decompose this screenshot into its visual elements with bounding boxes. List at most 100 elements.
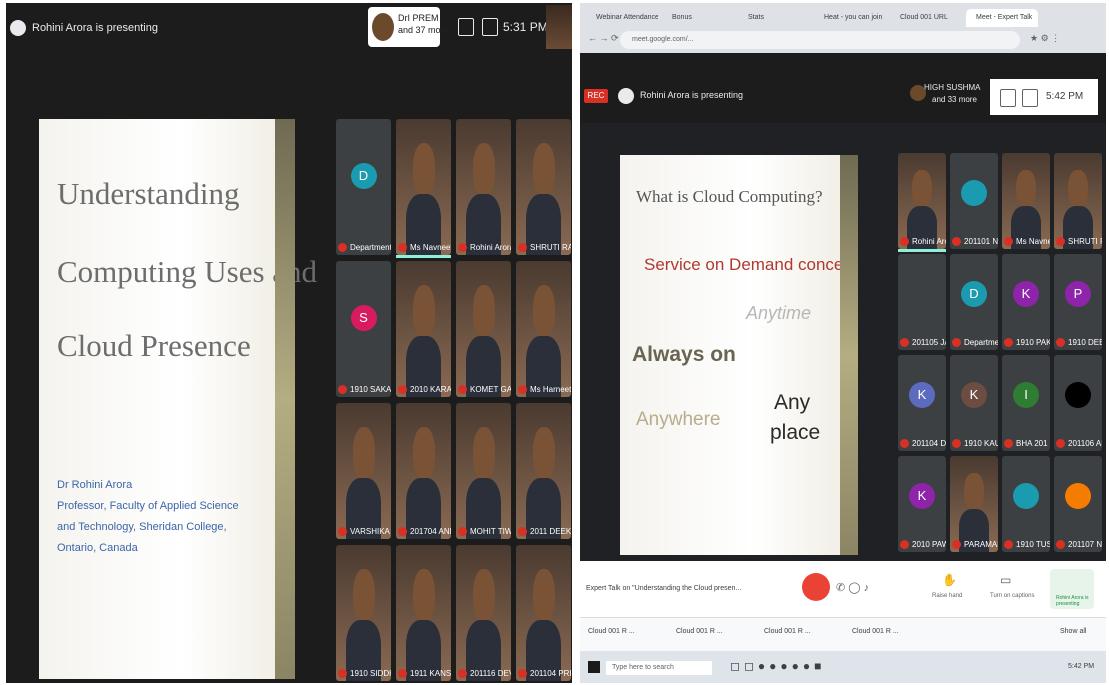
hand-icon[interactable]: ✋ [942,573,957,587]
address-bar[interactable]: meet.google.com/... [620,31,1020,49]
participant-video-face [964,473,984,510]
participant-name: BHA 201 [1016,439,1048,448]
participant-name: Ms Navneet K. [410,243,451,252]
mic-muted-icon [1056,338,1065,347]
participant-tile[interactable]: 1910 TUSHI [1002,456,1050,552]
participant-video-face [532,427,555,480]
presenting-label: Rohini Arora is presenting [1056,595,1089,607]
participant-tile[interactable]: S 1910 SAKA. [336,261,391,397]
mic-muted-icon [458,385,467,394]
chat-icon[interactable] [1022,89,1038,107]
participant-tile[interactable]: 2011 DEEKS. [516,403,571,539]
captions-label[interactable]: Turn on captions [990,593,1034,599]
browser-tab[interactable]: Bonus [662,9,734,27]
present-now-button[interactable]: Rohini Arora is presenting [1050,569,1094,609]
mic-muted-icon [1004,439,1013,448]
participant-name: 1910 SAKA. [350,385,391,394]
participant-name: SHRUTI RAI [1068,237,1102,246]
pinned-line1: HIGH SUSHMA [924,83,981,92]
participant-initial-avatar: P [1065,281,1091,308]
windows-start-icon[interactable] [588,661,600,673]
participant-tile[interactable]: MOHIT TIWA [456,403,511,539]
participant-tile[interactable]: VARSHIKA BHA. [336,403,391,539]
participants-pinned-card[interactable]: DrI PREM and 37 more [368,7,449,47]
slide-word-place: place [770,421,821,444]
slide-author-line3: and Technology, Sheridan College, [57,521,227,533]
mic-off-button[interactable] [802,573,830,601]
participant-tile[interactable]: 201107 NAVI [1054,456,1102,552]
browser-tab[interactable]: Meet - Expert Talk [966,9,1038,27]
participant-name: Department of [964,338,998,347]
participant-name: Rohini Arora [470,243,511,252]
participant-initial-avatar: D [961,281,987,308]
mic-muted-icon [1004,540,1013,549]
mic-muted-icon [1056,439,1065,448]
raise-hand-label[interactable]: Raise hand [932,593,962,599]
browser-tab[interactable]: Stats [738,9,810,27]
participant-tile[interactable]: Ms Harneet K. [516,261,571,397]
download-item[interactable]: Cloud 001 R ... [676,628,723,635]
participant-name: KOMET GAUTA [470,385,511,394]
participant-tile[interactable]: D Department of [336,119,391,255]
participant-tile[interactable]: Ms Navneet K. [396,119,451,255]
mic-muted-icon [338,669,347,678]
participant-tile[interactable]: P 1910 DEEPIK [1054,254,1102,350]
show-all-button[interactable]: Show all [1060,628,1086,635]
participant-tile[interactable]: 201105 JASMI. [898,254,946,350]
captions-icon[interactable]: ▭ [1000,573,1011,587]
participant-video-face [352,569,375,622]
participant-name: 1911 KANSAL [410,669,451,678]
participant-tile[interactable]: K 1910 KAUSAL [950,355,998,451]
browser-tab[interactable]: Heat - you can join [814,9,886,27]
participant-tile[interactable]: K 2010 PAWAN [898,456,946,552]
participant-tile[interactable]: Rohini Arora [456,119,511,255]
participant-name: 201105 JASMI. [912,338,946,347]
clock-time: 5:31 PM [503,20,548,34]
participant-tile[interactable]: D Department of [950,254,998,350]
slide-side-strip [840,155,858,555]
meeting-title[interactable]: Expert Talk on "Understanding the Cloud … [586,585,741,592]
slide-subheading: Service on Demand concept [644,255,858,274]
presentation-icon [10,20,26,36]
top-bar: Rohini Arora is presenting DrI PREM and … [6,3,572,53]
browser-tab[interactable]: Webinar Attendance [586,9,658,27]
browser-tab[interactable]: Cloud 001 URL [890,9,962,27]
participant-tile[interactable]: K 201104 DEEKA [898,355,946,451]
participant-tile[interactable]: I BHA 201 [1002,355,1050,451]
download-item[interactable]: Cloud 001 R ... [852,628,899,635]
download-item[interactable]: Cloud 001 R ... [764,628,811,635]
chat-icon[interactable] [482,18,498,36]
participant-tile[interactable]: 1910 SIDDHA [336,545,391,681]
participant-tile[interactable]: Rohini Arora [898,153,946,249]
mic-muted-icon [518,527,527,536]
participant-tile[interactable]: Ms Navneet K. [1002,153,1050,249]
mic-muted-icon [952,237,961,246]
participant-tile[interactable]: 201106 ANKI [1054,355,1102,451]
participant-name: 201106 ANKI [1068,439,1102,448]
participant-tile[interactable]: 201704 ANKITA [396,403,451,539]
participant-tile[interactable]: 201116 DEVIL [456,545,511,681]
participant-tile[interactable]: 1911 KANSAL [396,545,451,681]
people-icon[interactable] [458,18,474,36]
participant-tile[interactable]: KOMET GAUTA [456,261,511,397]
participant-tile[interactable]: 201104 PREETI [516,545,571,681]
taskbar-search[interactable]: Type here to search [606,661,712,675]
taskbar-app-icons[interactable]: ◻◻●●●●●■ [730,659,825,673]
participant-tile[interactable]: K 1910 PAKHA [1002,254,1050,350]
call-controls-icon[interactable]: ✆ ◯ ♪ [836,581,869,594]
nav-buttons-icon[interactable]: ← → ⟳ [588,33,619,44]
slide-title-line3: Cloud Presence [57,328,251,363]
people-icon[interactable] [1000,89,1016,107]
extension-icons[interactable]: ★ ⚙ ⋮ [1030,33,1060,44]
mic-muted-icon [900,540,909,549]
download-item[interactable]: Cloud 001 R ... [588,628,635,635]
participant-video-face [532,285,555,338]
participant-tile[interactable]: PARAMANDEEP [950,456,998,552]
participant-name: 1910 DEEPIK [1068,338,1102,347]
participant-tile[interactable]: 2010 KARAL [396,261,451,397]
mic-muted-icon [398,527,407,536]
participant-tile[interactable]: SHRUTI RAI [1054,153,1102,249]
self-view [546,5,572,49]
participant-tile[interactable]: SHRUTI RAI. [516,119,571,255]
participant-tile[interactable]: 201101 NANDA [950,153,998,249]
